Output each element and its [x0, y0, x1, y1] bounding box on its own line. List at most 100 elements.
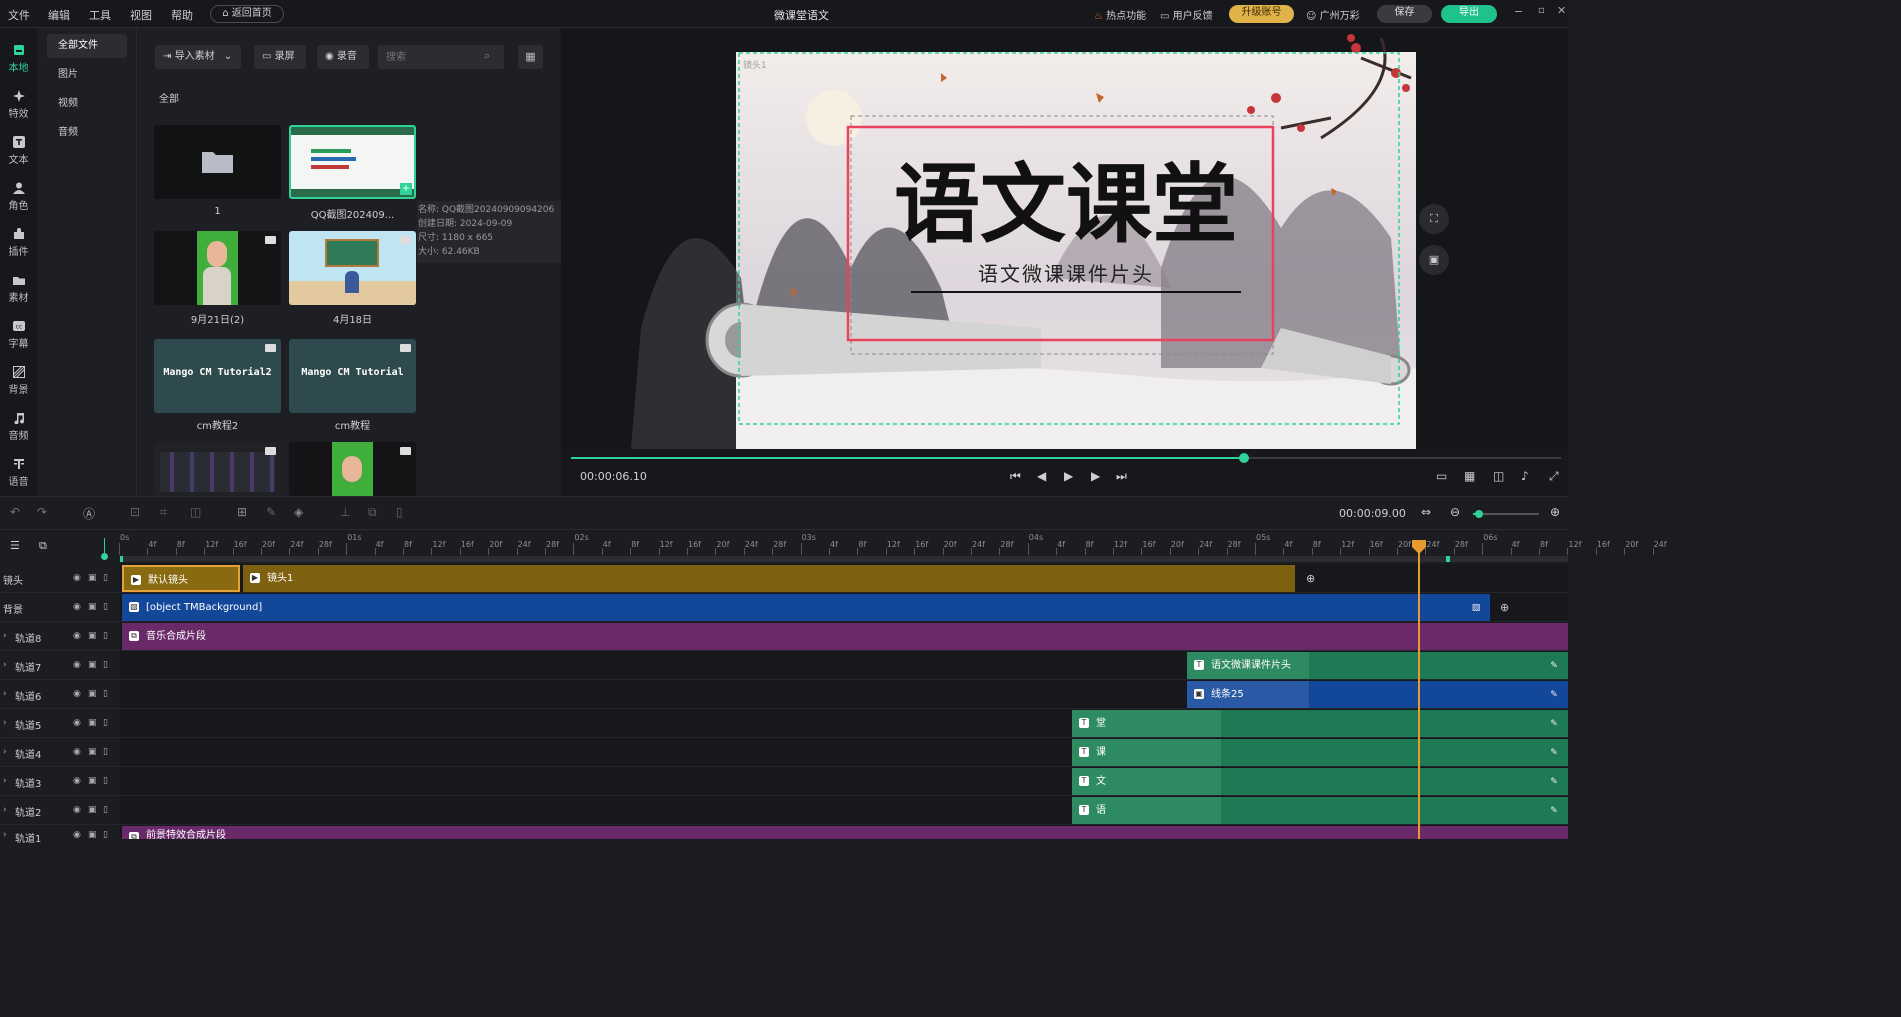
zoom-slider[interactable] — [1473, 510, 1539, 518]
keyframe-icon[interactable]: ✎ — [1548, 747, 1560, 759]
media-item-character-2[interactable] — [289, 442, 416, 496]
fit-timeline-icon[interactable]: ⇔ — [1421, 505, 1431, 519]
edit-icon[interactable]: ✎ — [266, 505, 276, 519]
mirror-icon[interactable]: ◫ — [190, 505, 201, 519]
subnav-audio[interactable]: 音频 — [47, 121, 127, 145]
trash-icon[interactable]: ▯ — [103, 747, 113, 757]
minimize-icon[interactable]: − — [1514, 5, 1523, 18]
fit-screen-button[interactable]: ⛶ — [1419, 204, 1449, 234]
grid-view-button[interactable]: ▦ — [518, 45, 543, 69]
menu-tools[interactable]: 工具 — [89, 7, 111, 23]
record-screen-button[interactable]: ▭ 录屏 — [254, 45, 306, 69]
clip-background[interactable]: ▧ [object TMBackground] ▧ — [122, 594, 1490, 621]
clip-music-composite[interactable]: ⧉ 音乐合成片段 — [122, 623, 1568, 650]
subnav-all-files[interactable]: 全部文件 — [47, 34, 127, 58]
grid-icon[interactable]: ▦ — [1464, 469, 1475, 483]
lock-icon[interactable]: ▣ — [88, 830, 98, 840]
preview-canvas[interactable]: 语文课堂 语文微课课件片头 — [561, 28, 1568, 449]
chevron-right-icon[interactable]: › — [3, 660, 13, 670]
eye-icon[interactable]: ◉ — [73, 718, 83, 728]
chevron-right-icon[interactable]: › — [3, 718, 13, 728]
save-button[interactable]: 保存 — [1377, 5, 1432, 23]
media-item-cm-tutorial[interactable]: Mango CM Tutorial — [289, 339, 416, 413]
clip-char-yu[interactable]: T语 — [1072, 797, 1221, 824]
clip-default-camera[interactable]: ▶ 默认镜头 — [122, 565, 240, 592]
menu-view[interactable]: 视图 — [130, 7, 152, 23]
eye-icon[interactable]: ◉ — [73, 660, 83, 670]
delete-icon[interactable]: ▯ — [396, 505, 403, 519]
crop-icon[interactable]: ⌗ — [160, 505, 167, 520]
zoom-out-icon[interactable]: ⊖ — [1450, 505, 1460, 519]
clip-line-25-hold[interactable]: ✎ — [1309, 681, 1568, 708]
preview-title-text[interactable]: 语文课堂 — [894, 154, 1238, 255]
record-audio-button[interactable]: ◉ 录音 — [317, 45, 369, 69]
sidebar-item-plugin[interactable]: 插件 — [0, 218, 37, 264]
keyframe-icon[interactable]: ✎ — [1548, 805, 1560, 817]
eye-icon[interactable]: ◉ — [73, 805, 83, 815]
lock-icon[interactable]: ▣ — [88, 776, 98, 786]
eye-icon[interactable]: ◉ — [73, 747, 83, 757]
add-background-icon[interactable]: ⊕ — [1500, 601, 1509, 614]
undo-icon[interactable]: ↶ — [10, 505, 20, 519]
sidebar-item-local[interactable]: 本地 — [0, 34, 37, 80]
replace-icon[interactable]: ⊞ — [237, 505, 247, 519]
menu-file[interactable]: 文件 — [8, 7, 30, 23]
clip-char-wen[interactable]: T文 — [1072, 768, 1221, 795]
lock-icon[interactable]: ▣ — [88, 747, 98, 757]
lock-icon[interactable]: ▣ — [88, 573, 98, 583]
trash-icon[interactable]: ▯ — [103, 602, 113, 612]
keyframe-icon[interactable]: ✎ — [1548, 660, 1560, 672]
keyframe-icon[interactable]: ✎ — [1548, 776, 1560, 788]
feedback-link[interactable]: ▭ 用户反馈 — [1160, 7, 1213, 22]
subnav-images[interactable]: 图片 — [47, 63, 127, 87]
clip-subtitle-text[interactable]: T 语文微课课件片头 — [1187, 652, 1309, 679]
track-settings-icon[interactable]: ☰ — [10, 539, 20, 552]
progress-handle[interactable] — [1239, 453, 1250, 463]
sidebar-item-voice[interactable]: 语音 — [0, 448, 37, 494]
clip-subtitle-text-hold[interactable]: ✎ — [1309, 652, 1568, 679]
timeline-ruler[interactable]: ☰ ⧉ 0s 4f 8f 12f 16f 20f 24f 28f 01s 4f 8f 12f 16f 20… — [0, 530, 1667, 564]
layers-icon[interactable]: ◈ — [294, 505, 303, 519]
split-icon[interactable]: ⊡ — [130, 505, 140, 519]
eye-icon[interactable]: ◉ — [73, 602, 83, 612]
clip-camera-1[interactable]: ▶ 镜头1 — [243, 565, 1295, 592]
media-item-folder[interactable] — [154, 125, 281, 199]
sidebar-item-subtitle[interactable]: cc 字幕 — [0, 310, 37, 356]
trash-icon[interactable]: ▯ — [103, 805, 113, 815]
clip-char-wen-hold[interactable]: ✎ — [1221, 768, 1568, 795]
sidebar-item-effects[interactable]: 特效 — [0, 80, 37, 126]
zoom-in-icon[interactable]: ⊕ — [1550, 505, 1560, 519]
volume-icon[interactable]: ♪ — [1521, 469, 1529, 483]
import-button[interactable]: ⇥ 导入素材 ⌄ — [155, 45, 241, 69]
keyframe-icon[interactable]: ✎ — [1548, 689, 1560, 701]
clip-line-25[interactable]: ▣ 线条25 — [1187, 681, 1309, 708]
menu-edit[interactable]: 编辑 — [48, 7, 70, 23]
anchor-icon[interactable]: Ⓐ — [83, 505, 95, 522]
fullscreen-icon[interactable]: ⤢ — [1549, 469, 1559, 484]
eye-icon[interactable]: ◉ — [73, 573, 83, 583]
clip-char-tang-hold[interactable]: ✎ — [1221, 710, 1568, 737]
chevron-right-icon[interactable]: › — [3, 805, 13, 815]
clip-char-ke[interactable]: T课 — [1072, 739, 1221, 766]
sidebar-item-audio[interactable]: 音频 — [0, 402, 37, 448]
snapshot-icon[interactable]: ◫ — [1493, 469, 1504, 483]
media-item-grid-video[interactable] — [154, 442, 281, 496]
lock-icon[interactable]: ▣ — [88, 689, 98, 699]
media-item-cm-tutorial-2[interactable]: Mango CM Tutorial2 — [154, 339, 281, 413]
chevron-right-icon[interactable]: › — [3, 747, 13, 757]
trash-icon[interactable]: ▯ — [103, 573, 113, 583]
play-icon[interactable]: ▶ — [1064, 469, 1073, 483]
subnav-video[interactable]: 视频 — [47, 92, 127, 116]
subtitle-toggle-icon[interactable]: ▭ — [1436, 469, 1447, 483]
step-forward-icon[interactable]: ▶ — [1091, 469, 1100, 483]
add-camera-icon[interactable]: ⊕ — [1306, 572, 1315, 585]
lock-icon[interactable]: ▣ — [88, 602, 98, 612]
user-menu[interactable]: ☺ 广州万彩 — [1306, 7, 1360, 22]
home-button[interactable]: ⌂ 返回首页 — [210, 5, 284, 23]
chevron-right-icon[interactable]: › — [3, 776, 13, 786]
clip-char-tang[interactable]: T堂 — [1072, 710, 1221, 737]
lock-icon[interactable]: ▣ — [88, 805, 98, 815]
sidebar-item-background[interactable]: 背景 — [0, 356, 37, 402]
timeline-start-marker[interactable] — [101, 553, 108, 560]
eye-icon[interactable]: ◉ — [73, 830, 83, 840]
